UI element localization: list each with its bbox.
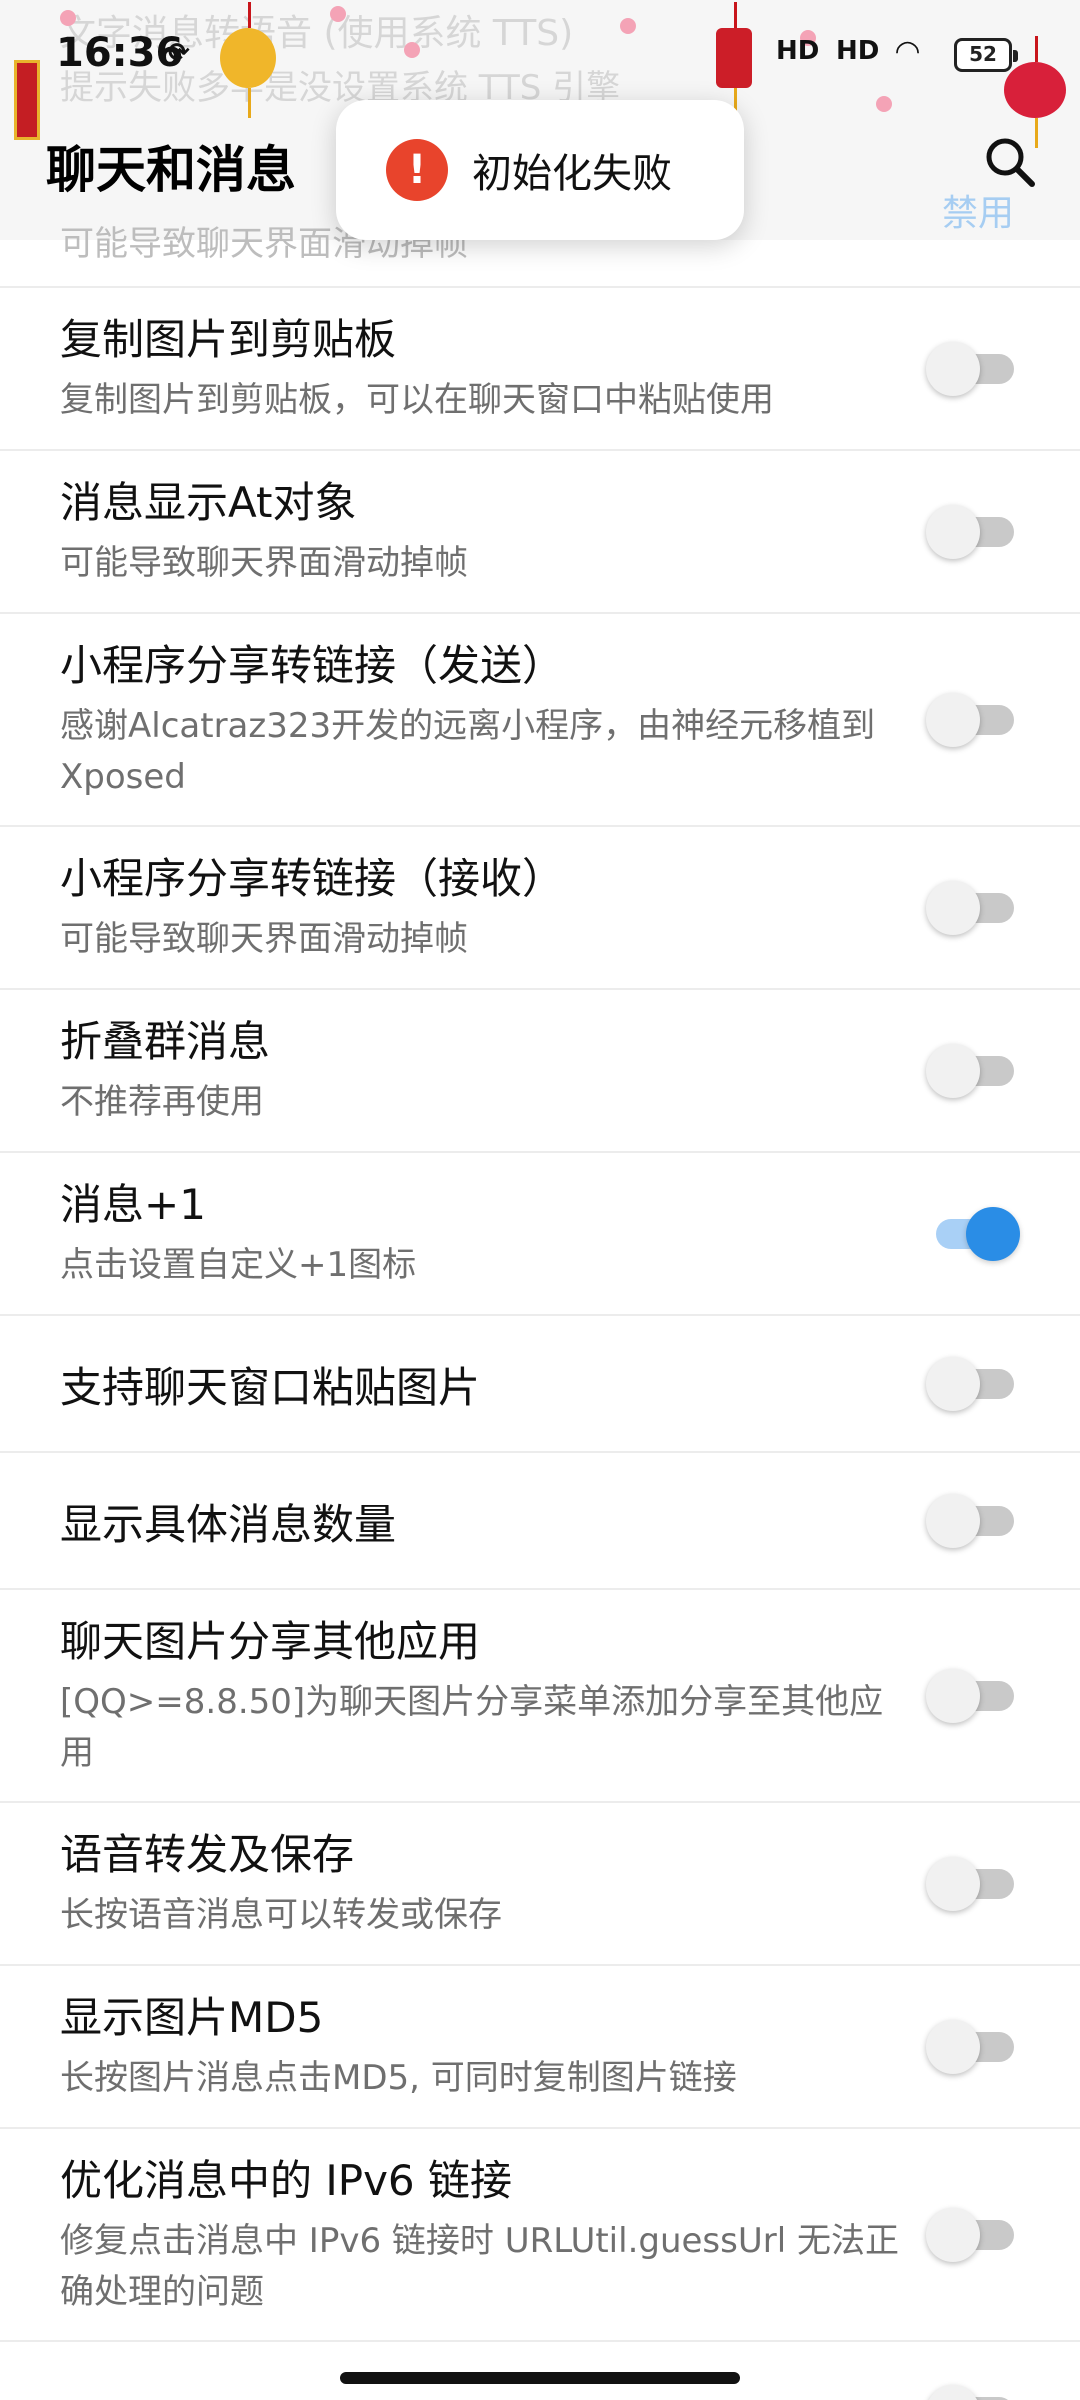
setting-subtitle: 长按语音消息可以转发或保存: [60, 1894, 502, 1935]
setting-subtitle: 可能导致聊天界面滑动掉帧: [60, 542, 468, 583]
setting-row[interactable]: 小程序分享转链接（接收） 可能导致聊天界面滑动掉帧: [0, 827, 1080, 990]
setting-subtitle: 长按图片消息点击MD5, 可同时复制图片链接: [60, 2057, 737, 2098]
setting-toggle[interactable]: [926, 690, 1016, 750]
setting-row-partial[interactable]: [0, 2342, 1080, 2400]
wifi-icon: ◠: [896, 34, 920, 69]
disabled-label: 禁用: [942, 193, 1015, 234]
setting-row[interactable]: 显示具体消息数量: [0, 1453, 1080, 1590]
setting-toggle[interactable]: [926, 339, 1016, 399]
setting-subtitle: 不推荐再使用: [60, 1081, 264, 1122]
setting-row[interactable]: 折叠群消息 不推荐再使用: [0, 990, 1080, 1153]
setting-row[interactable]: 消息显示At对象 可能导致聊天界面滑动掉帧: [0, 451, 1080, 614]
error-icon: !: [386, 139, 448, 201]
setting-subtitle: 点击设置自定义+1图标: [60, 1244, 417, 1285]
setting-subtitle: 可能导致聊天界面滑动掉帧: [60, 918, 468, 959]
setting-row[interactable]: 聊天图片分享其他应用 [QQ>=8.8.50]为聊天图片分享菜单添加分享至其他应…: [0, 1590, 1080, 1803]
status-time: 16:36: [56, 30, 184, 76]
signal-hd-label-2: HD: [836, 36, 880, 66]
setting-toggle[interactable]: [926, 2017, 1016, 2077]
setting-toggle[interactable]: [926, 2382, 1016, 2400]
setting-subtitle: 感谢Alcatraz323开发的远离小程序，由神经元移植到Xposed: [60, 705, 876, 797]
setting-row[interactable]: 复制图片到剪贴板 复制图片到剪贴板，可以在聊天窗口中粘贴使用: [0, 288, 1080, 451]
connection-icon: ⟳: [168, 38, 190, 68]
setting-title: 复制图片到剪贴板: [60, 315, 397, 364]
setting-title: 优化消息中的 IPv6 链接: [60, 2156, 512, 2205]
setting-toggle[interactable]: [926, 1354, 1016, 1414]
setting-title: 聊天图片分享其他应用: [60, 1617, 481, 1666]
page-title: 聊天和消息: [46, 141, 296, 199]
setting-row[interactable]: 小程序分享转链接（发送） 感谢Alcatraz323开发的远离小程序，由神经元移…: [0, 614, 1080, 827]
setting-title: 显示图片MD5: [60, 1993, 324, 2042]
setting-toggle[interactable]: [926, 878, 1016, 938]
setting-title: 支持聊天窗口粘贴图片: [60, 1363, 481, 1412]
setting-row[interactable]: 显示图片MD5 长按图片消息点击MD5, 可同时复制图片链接: [0, 1966, 1080, 2129]
signal-hd-label-1: HD: [776, 36, 820, 66]
setting-title: 小程序分享转链接（发送）: [60, 641, 565, 690]
setting-title: 折叠群消息: [60, 1017, 271, 1066]
setting-toggle[interactable]: [926, 1666, 1016, 1726]
setting-row[interactable]: 支持聊天窗口粘贴图片: [0, 1316, 1080, 1453]
setting-row[interactable]: 消息+1 点击设置自定义+1图标: [0, 1153, 1080, 1316]
home-indicator[interactable]: [340, 2372, 740, 2384]
setting-subtitle: 复制图片到剪贴板，可以在聊天窗口中粘贴使用: [60, 379, 774, 420]
setting-subtitle: 修复点击消息中 IPv6 链接时 URLUtil.guessUrl 无法正确处理…: [60, 2220, 899, 2312]
toast: ! 初始化失败: [336, 100, 744, 240]
search-icon: [986, 138, 1035, 187]
setting-toggle[interactable]: [926, 1854, 1016, 1914]
setting-title: 显示具体消息数量: [60, 1500, 397, 1549]
settings-list: 复制图片到剪贴板 复制图片到剪贴板，可以在聊天窗口中粘贴使用 消息显示At对象 …: [0, 240, 1080, 2400]
setting-title: 小程序分享转链接（接收）: [60, 854, 565, 903]
setting-toggle[interactable]: [926, 1204, 1020, 1264]
setting-toggle[interactable]: [926, 1491, 1016, 1551]
setting-toggle[interactable]: [926, 502, 1016, 562]
setting-toggle[interactable]: [926, 2205, 1016, 2265]
setting-toggle[interactable]: [926, 1041, 1016, 1101]
status-bar: 16:36 ⟳ HD HD ◠ 52: [0, 0, 1080, 110]
setting-title: 消息+1: [60, 1180, 206, 1229]
setting-subtitle: [QQ>=8.8.50]为聊天图片分享菜单添加分享至其他应用: [60, 1681, 884, 1773]
setting-row[interactable]: 语音转发及保存 长按语音消息可以转发或保存: [0, 1803, 1080, 1966]
battery-icon: 52: [954, 38, 1018, 72]
search-button[interactable]: [980, 132, 1040, 192]
setting-row[interactable]: 优化消息中的 IPv6 链接 修复点击消息中 IPv6 链接时 URLUtil.…: [0, 2129, 1080, 2342]
setting-title: 语音转发及保存: [60, 1830, 355, 1879]
screen: 文字消息转语音 (使用系统 TTS) 提示失败多半是没设置系统 TTS 引擎 可…: [0, 0, 1080, 2400]
setting-title: 消息显示At对象: [60, 478, 357, 527]
toast-message: 初始化失败: [472, 151, 672, 197]
